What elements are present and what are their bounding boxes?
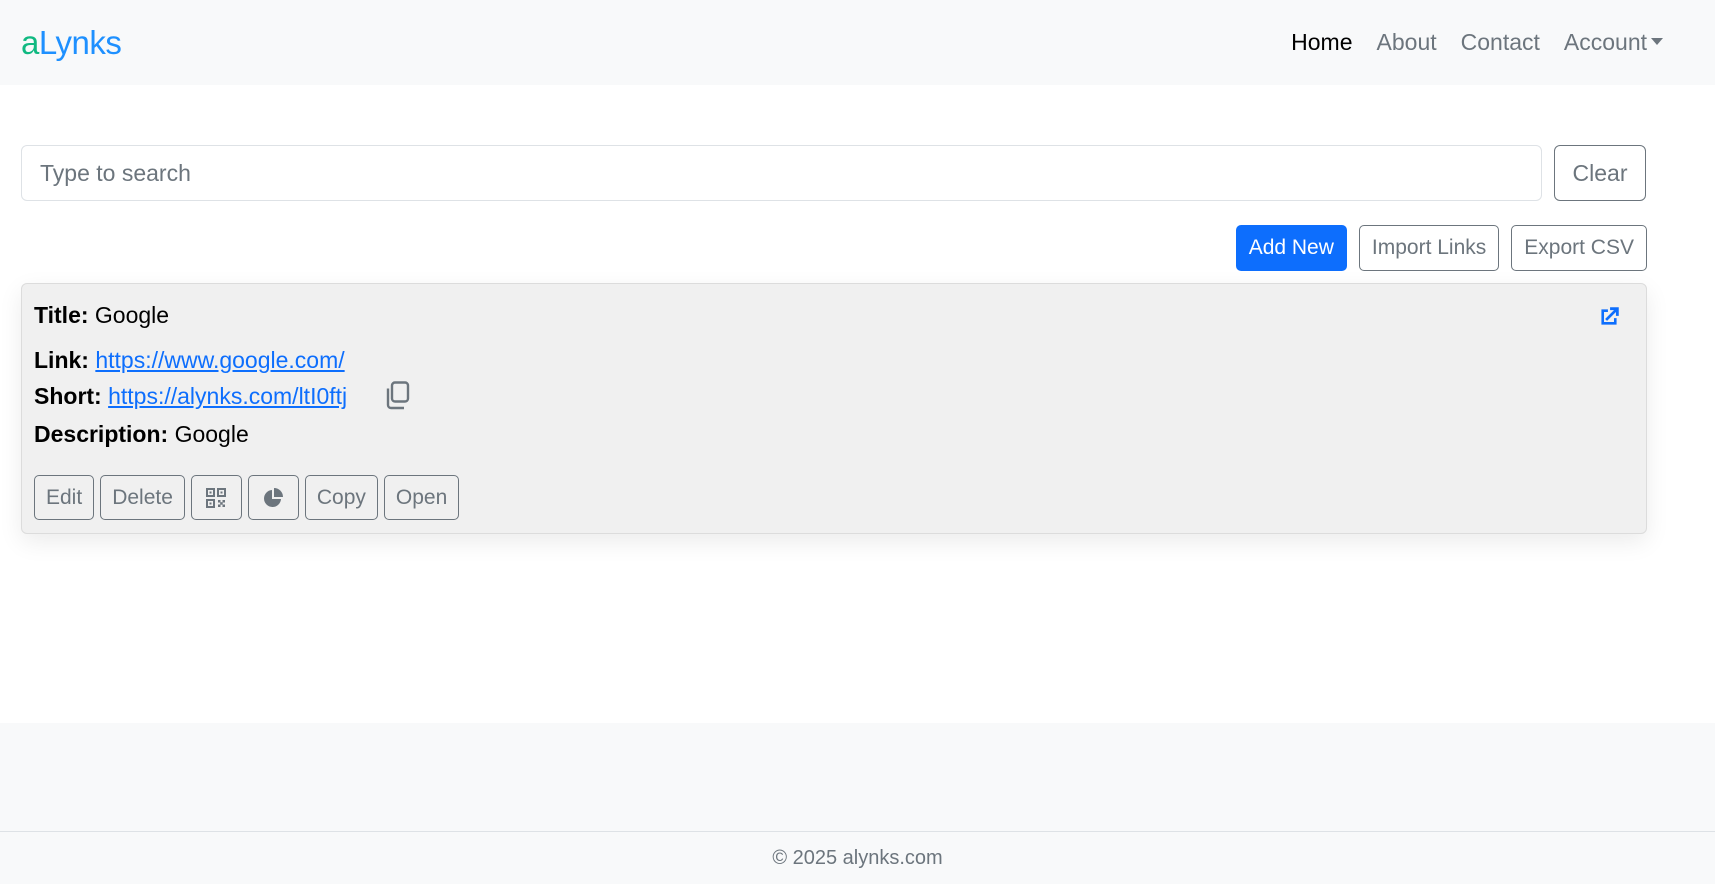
brand-logo[interactable]: aLynks (21, 23, 122, 62)
stats-button[interactable] (247, 475, 299, 520)
link-title-row: Title: Google (34, 300, 1634, 330)
short-label: Short: (34, 383, 102, 409)
short-url-row: Short: https://alynks.com/ltI0ftj (34, 381, 1634, 411)
add-new-button[interactable]: Add New (1235, 225, 1347, 271)
search-input[interactable] (21, 145, 1543, 201)
brand-name: Lynks (38, 23, 122, 61)
main-content: Clear Add New Import Links Export CSV Ti… (0, 85, 1647, 723)
footer-copyright: © 2025 alynks.com (772, 846, 943, 869)
qr-code-button[interactable] (190, 475, 242, 520)
link-title: Google (94, 302, 170, 328)
nav-menu: Home About Contact Account (1279, 0, 1675, 85)
title-label: Title: (34, 302, 89, 328)
description-label: Description: (34, 421, 169, 447)
card-actions: Edit Delete Copy Open (34, 475, 1634, 520)
nav-account-label: Account (1563, 29, 1647, 55)
link-description: Google (174, 421, 249, 447)
navbar: aLynks Home About Contact Account (0, 0, 1715, 85)
link-url-row: Link: https://www.google.com/ (34, 345, 1634, 375)
edit-button[interactable]: Edit (34, 475, 95, 520)
brand-prefix: a (21, 23, 39, 61)
pie-chart-icon (262, 487, 284, 509)
nav-home[interactable]: Home (1279, 0, 1364, 85)
nav-contact[interactable]: Contact (1449, 0, 1552, 85)
action-toolbar: Add New Import Links Export CSV (21, 225, 1647, 271)
copy-clipboard-icon[interactable] (383, 381, 411, 411)
qr-code-icon (206, 487, 227, 508)
link-card: Title: Google Link: https://www.google.c… (21, 283, 1647, 534)
external-link-icon[interactable] (1596, 304, 1622, 335)
clear-button[interactable]: Clear (1554, 145, 1646, 201)
search-row: Clear (21, 145, 1646, 201)
delete-button[interactable]: Delete (100, 475, 185, 520)
link-label: Link: (34, 347, 89, 373)
copy-button[interactable]: Copy (304, 475, 378, 520)
nav-about[interactable]: About (1365, 0, 1449, 85)
footer: © 2025 alynks.com (0, 831, 1715, 884)
nav-account-dropdown[interactable]: Account (1552, 0, 1675, 85)
short-url[interactable]: https://alynks.com/ltI0ftj (108, 381, 347, 411)
description-row: Description: Google (34, 419, 1634, 449)
open-button[interactable]: Open (383, 475, 460, 520)
export-csv-button[interactable]: Export CSV (1511, 225, 1647, 271)
link-url[interactable]: https://www.google.com/ (95, 347, 344, 373)
footer-area: © 2025 alynks.com (0, 723, 1715, 884)
import-links-button[interactable]: Import Links (1358, 225, 1500, 271)
caret-down-icon (1651, 38, 1663, 46)
